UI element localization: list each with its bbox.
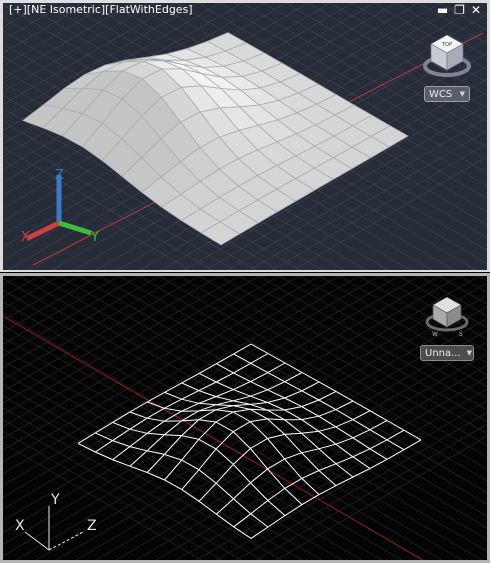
viewcube-icon[interactable]: TOP [423,33,471,83]
ucs-icon: Y X Z [15,492,97,551]
ucs-z-label: Z [55,168,64,183]
chevron-down-icon: ▼ [459,90,465,98]
ucs-x-label: X [15,518,25,534]
wireframe-mesh[interactable] [77,343,422,539]
ucs-menu-button[interactable]: Unna... ▼ [420,345,474,361]
viewport-label[interactable]: [+][NE Isometric][FlatWithEdges] [9,3,193,16]
restore-icon[interactable]: ❐ [454,4,465,16]
svg-text:TOP: TOP [441,42,452,48]
ucs-menu-button[interactable]: WCS ▼ [424,86,470,102]
viewcube-icon[interactable]: W S [423,292,471,340]
minimize-icon[interactable]: ▬ [437,4,448,16]
ucs-y-label: Y [90,230,99,245]
svg-text:W: W [432,331,438,338]
ucs-name: WCS [429,88,453,100]
ucs-icon: Z X Y [21,168,99,245]
ucs-y-label: Y [50,492,60,508]
chevron-down-icon: ▼ [466,349,473,357]
ucs-z-label: Z [87,518,97,534]
svg-text:S: S [459,331,463,338]
ucs-x-label: X [21,230,30,245]
close-icon[interactable]: ✕ [471,4,481,16]
viewport-top[interactable]: [+][NE Isometric][FlatWithEdges] ▬ ❐ ✕ T… [0,0,490,272]
ucs-name: Unna... [425,347,461,359]
viewport-bottom[interactable]: W S Unna... ▼ Y X Z [0,273,490,563]
viewport-controls: ▬ ❐ ✕ [437,4,481,16]
